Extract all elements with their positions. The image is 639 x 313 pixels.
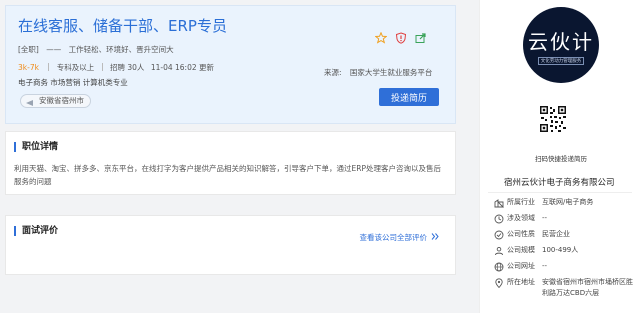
company-name[interactable]: 宿州云伙计电子商务有限公司 [504,176,615,188]
job-source: 来源: 国家大学生就业服务平台 [324,67,432,78]
apply-button[interactable]: 投递简历 [379,88,439,106]
info-value: 安徽省宿州市宿州市埇桥区胜利路万达CBD六层 [542,278,633,297]
job-actions [375,32,427,44]
job-description: 利用天猫、淘宝、拼多多、京东平台，在线打字为客户提供产品相关的知识解答，引导客户… [14,164,441,186]
address-icon [494,278,504,289]
company-logo: 云伙计 文化劳动力管理服务 [523,7,599,83]
info-label: 涉及领域 [507,214,535,222]
view-all-reviews-link[interactable]: 查看该公司全部评价 [360,232,440,243]
info-row-domain: 涉及领域 -- [494,213,634,224]
job-categories: 电子商务 市场营销 计算机类专业 [18,78,128,87]
domain-icon [494,214,504,224]
info-row-website: 公司网址 -- [494,261,634,272]
info-value: 民营企业 [542,230,570,238]
info-value: 互联网/电子商务 [542,198,594,206]
industry-icon [494,198,504,209]
section-heading: 面试评价 [14,226,58,236]
divider [101,63,103,71]
location-tag: 安徽省宿州市 [20,94,91,108]
info-value: 100-499人 [542,246,579,254]
info-label: 公司性质 [507,230,535,238]
job-summary-card: 在线客服、储备干部、ERP专员 [全职] —— 工作轻松、环境好、晋升空间大 3… [5,5,456,124]
location-text: 安徽省宿州市 [39,96,84,105]
job-highlight: 工作轻松、环境好、晋升空间大 [68,45,174,54]
shield-icon[interactable] [395,32,407,44]
company-info-list: 所属行业 互联网/电子商务 涉及领域 -- 公司性质 民营企业 公司规模 100… [494,197,634,304]
qr-code [539,105,567,133]
review-link-text[interactable]: 查看该公司全部评价 [360,232,428,243]
info-row-size: 公司规模 100-499人 [494,245,634,256]
divider [48,63,50,71]
job-detail-section: 职位详情 利用天猫、淘宝、拼多多、京东平台，在线打字为客户提供产品相关的知识解答… [5,131,456,195]
source-label: 来源: [324,68,342,77]
info-label: 所属行业 [507,198,535,206]
double-chevron-right-icon[interactable] [431,233,439,242]
salary: 3k-7k [18,63,39,72]
job-tags: [全职] —— 工作轻松、环境好、晋升空间大 [18,44,174,55]
nature-icon [494,230,504,240]
job-title: 在线客服、储备干部、ERP专员 [18,17,227,35]
share-icon[interactable] [415,32,427,44]
divider [488,192,632,193]
company-panel: 云伙计 文化劳动力管理服务 扫码快捷投递简历 宿州云伙计电子商务有限公司 所属行… [479,0,639,313]
size-icon [494,246,504,256]
info-row-nature: 公司性质 民营企业 [494,229,634,240]
info-value: -- [542,262,548,270]
info-row-address: 所在地址 安徽省宿州市宿州市埇桥区胜利路万达CBD六层 [494,277,634,299]
website-icon [494,262,504,272]
updated-time: 11-04 16:02 更新 [150,63,215,72]
logo-subtext: 文化劳动力管理服务 [537,56,585,65]
job-meta: 3k-7k 专科及以上 招聘 30人 11-04 16:02 更新 [18,62,214,73]
hiring-count: 招聘 30人 [110,63,145,72]
info-row-industry: 所属行业 互联网/电子商务 [494,197,634,209]
education: 专科及以上 [56,63,95,72]
info-label: 公司规模 [507,246,535,254]
job-type-tag: [全职] [18,45,39,54]
info-label: 公司网址 [507,262,535,270]
info-label: 所在地址 [507,278,535,286]
source-value: 国家大学生就业服务平台 [349,68,433,77]
location-arrow-icon [26,98,33,106]
qr-caption: 扫码快捷投递简历 [535,155,587,163]
tag-separator: —— [46,45,62,54]
interview-review-section: 面试评价 查看该公司全部评价 [5,215,456,275]
logo-text: 云伙计 [528,29,594,54]
info-value: -- [542,214,548,222]
star-icon[interactable] [375,32,387,44]
section-heading: 职位详情 [14,142,58,152]
